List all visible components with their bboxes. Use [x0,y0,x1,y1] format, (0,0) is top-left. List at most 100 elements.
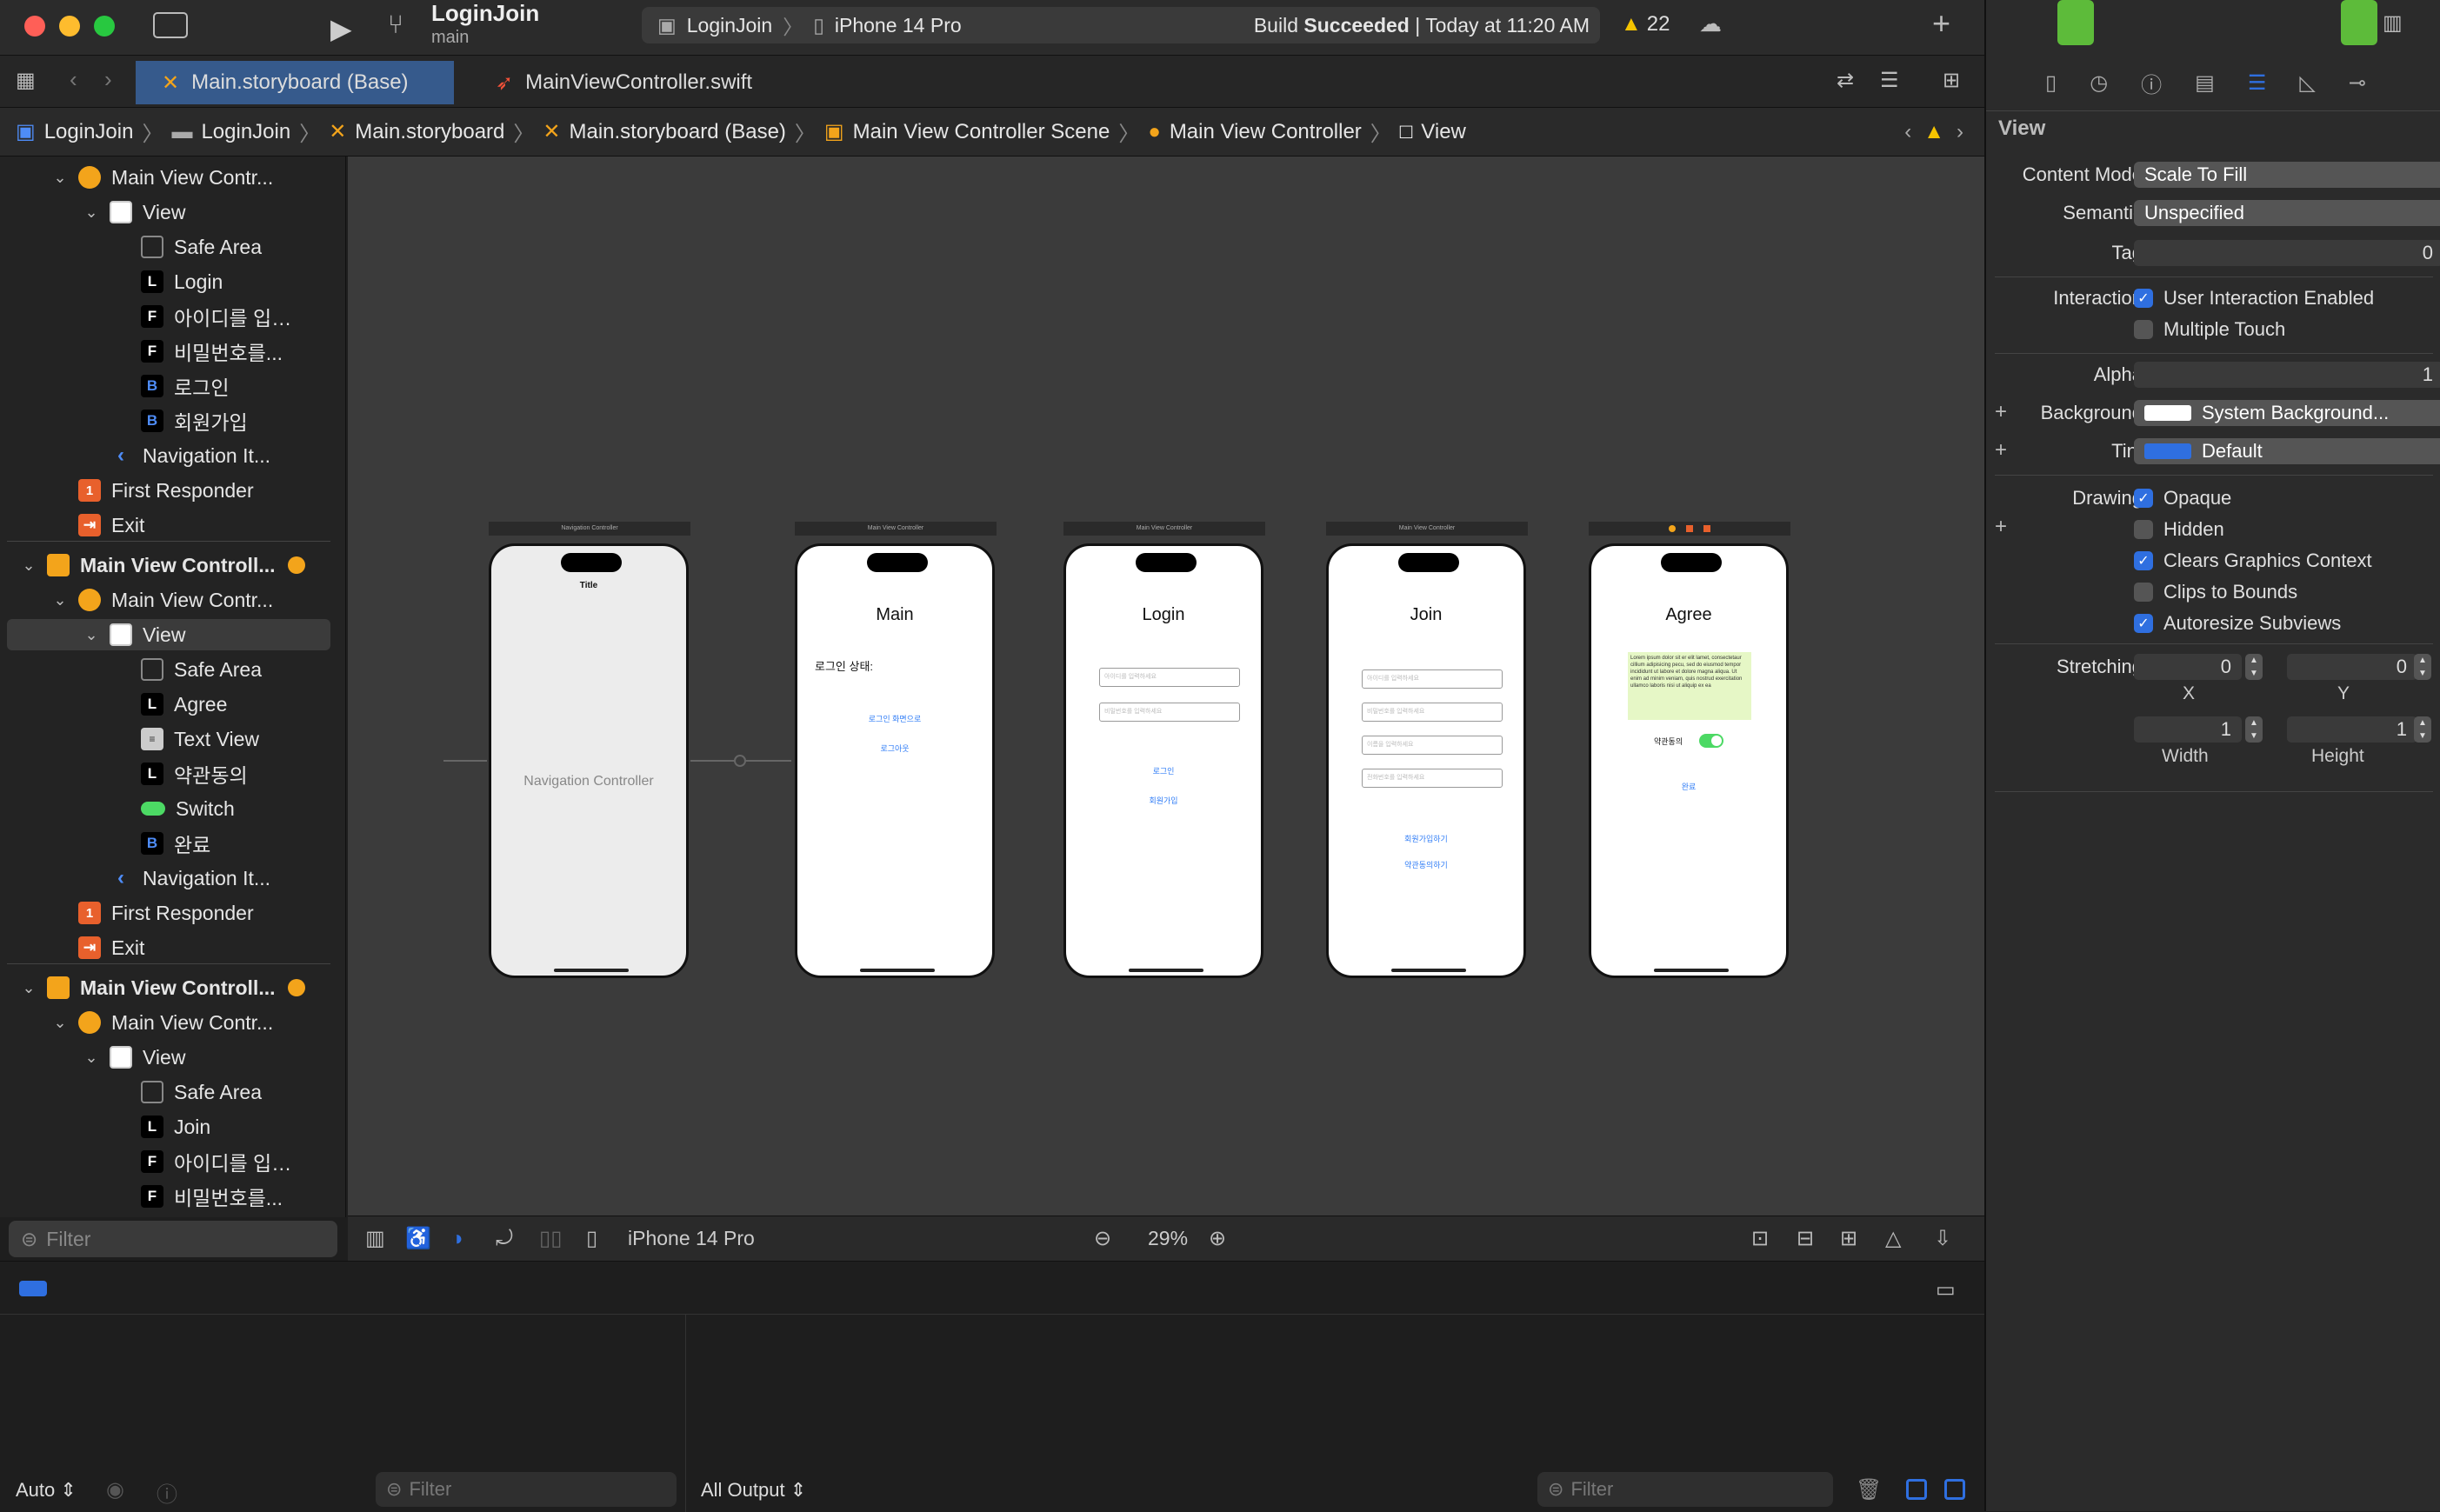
stretch-width-stepper[interactable]: ▲ ▼ [2245,716,2263,743]
breadcrumb-folder[interactable]: ▬ LoginJoin [171,120,290,144]
multiple-touch-checkbox[interactable]: Multiple Touch [2134,316,2285,343]
outline-filter-field[interactable]: ⊜ Filter [9,1221,337,1257]
scheme-name[interactable]: LoginJoin [687,14,772,37]
outline-row[interactable]: 1 First Responder [0,897,345,929]
run-button[interactable]: ▶ [330,12,352,45]
scene-dock-nav[interactable]: Navigation Controller [489,522,690,536]
outline-row[interactable]: ‹ Navigation It... [0,440,345,471]
scene-agree[interactable]: Agree Lorem ipsum dolor sit er elit lame… [1589,543,1789,978]
run-destination[interactable]: iPhone 14 Pro [835,14,962,37]
outline-row[interactable]: ⌄ View [7,619,330,650]
forward-arrow-icon[interactable]: › [104,66,112,93]
close-window-button[interactable] [24,16,45,37]
stretch-y-field[interactable]: 0 [2287,654,2417,680]
console-filter-field[interactable]: ⊜ Filter [1537,1472,1833,1507]
outline-row[interactable]: B 완료 [0,828,345,859]
variables-scope-popup[interactable]: Auto ⇕ [16,1479,77,1502]
activity-view[interactable]: ▣ LoginJoin 〉 ▯ iPhone 14 Pro Build Succ… [642,7,1600,43]
outline-toggle-icon[interactable]: ▥ [365,1226,385,1251]
stretch-x-stepper[interactable]: ▲ ▼ [2245,654,2263,680]
outline-row[interactable]: ⌄ Main View Contr... [0,1007,345,1038]
view-controller-icon[interactable] [1669,525,1676,532]
storyboard-canvas[interactable]: Navigation Controller Title Navigation C… [348,157,1984,1216]
variables-filter-field[interactable]: ⊜ Filter [376,1472,677,1507]
disclosure-chevron-icon[interactable]: ⌄ [50,591,70,609]
outline-row[interactable]: Switch [0,793,345,824]
outline-row[interactable]: ⇥ Exit [0,932,345,963]
login-password-field[interactable]: 비밀번호를 입력하세요 [1099,703,1240,722]
add-variation-icon[interactable]: + [1995,515,2007,539]
join-password-field[interactable]: 비밀번호를 입력하세요 [1362,703,1503,722]
autoresize-checkbox[interactable]: ✓ Autoresize Subviews [2134,610,2341,636]
outline-row[interactable]: ⌄ Main View Controll... [0,972,345,1003]
disclosure-chevron-icon[interactable]: ⌄ [19,556,38,575]
go-login-button[interactable]: 로그인 화면으로 [797,713,992,724]
outline-row[interactable]: L Join [0,1111,345,1142]
connections-inspector-icon[interactable]: ⊸ [2349,70,2366,96]
embed-in-icon[interactable]: ⇩ [1934,1226,1951,1251]
stretch-height-stepper[interactable]: ▲ ▼ [2414,716,2431,743]
outline-row[interactable]: F 아이디를 입… [0,301,345,332]
attributes-inspector-icon[interactable]: ☰ [2248,70,2267,96]
size-inspector-icon[interactable]: ◺ [2299,70,2315,96]
warning-icon[interactable]: ▲ [1923,120,1944,144]
login-id-field[interactable]: 아이디를 입력하세요 [1099,668,1240,687]
outline-row[interactable]: L Login [0,266,345,297]
zoom-in-icon[interactable]: ⊕ [1209,1226,1226,1251]
outline-row[interactable]: L 약관동의 [0,758,345,789]
scene-main[interactable]: Main 로그인 상태: 로그인 화면으로 로그아웃 [795,543,995,978]
stretch-width-field[interactable]: 1 [2134,716,2242,743]
console-view-toggle-icon[interactable] [1944,1479,1965,1500]
zoom-window-button[interactable] [94,16,115,37]
sidebar-toggle-icon[interactable] [153,12,188,38]
info-icon[interactable]: ⓘ [157,1477,177,1508]
resolve-issues-icon[interactable]: △ [1885,1226,1901,1251]
breadcrumb-storyboard-base[interactable]: ✕ Main.storyboard (Base) [543,119,786,144]
outline-row[interactable]: ‹ Navigation It... [0,863,345,894]
appearance-icon[interactable]: ◑ [450,1227,463,1251]
outline-row[interactable]: F 비밀번호를... [0,336,345,367]
next-issue-icon[interactable]: › [1957,120,1963,144]
file-inspector-icon[interactable]: ▯ [2045,70,2057,96]
scene-dock-main[interactable]: Main View Controller [795,522,997,536]
split-editor-icon[interactable]: ⊞ [1943,68,1960,93]
outline-row[interactable]: ≡ Text View [0,723,345,755]
outline-row[interactable]: F이름을 입력… [0,1216,345,1217]
outline-row[interactable]: Safe Area [0,654,345,685]
cloud-icon[interactable]: ☁ [1699,10,1722,37]
logout-button[interactable]: 로그아웃 [797,743,992,754]
outline-row[interactable]: F 아이디를 입… [0,1146,345,1177]
outline-row[interactable]: F 비밀번호를... [0,1181,345,1212]
layout-icon[interactable]: ▯▯ [539,1226,562,1251]
outline-row[interactable]: ⌄ Main View Controll... [0,550,345,581]
update-frames-icon[interactable]: ⊡ [1751,1226,1769,1251]
outline-row[interactable]: Safe Area [0,1076,345,1108]
history-inspector-icon[interactable]: ◷ [2090,70,2108,96]
disclosure-chevron-icon[interactable]: ⌄ [82,203,101,222]
clears-graphics-checkbox[interactable]: ✓ Clears Graphics Context [2134,548,2372,574]
join-phone-field[interactable]: 전화번호를 입력하세요 [1362,769,1503,788]
clips-to-bounds-checkbox[interactable]: Clips to Bounds [2134,579,2297,605]
inspector-toggle-icon[interactable]: ▥ [2383,10,2403,36]
content-mode-popup[interactable]: Scale To Fill⇕ [2134,162,2440,188]
breadcrumb-scene[interactable]: ▣ Main View Controller Scene [824,119,1110,144]
minimize-window-button[interactable] [59,16,80,37]
disclosure-chevron-icon[interactable]: ⌄ [50,1014,70,1032]
outline-row[interactable]: ⌄ View [0,1042,345,1073]
trash-icon[interactable]: 🗑 [1856,1477,1882,1502]
outline-row[interactable]: ⇥ Exit [0,510,345,541]
output-popup[interactable]: All Output ⇕ [701,1479,806,1502]
related-items-icon[interactable]: ⇄ [1837,68,1854,93]
join-button[interactable]: 회원가입 [1066,795,1261,806]
device-icon[interactable]: ▯ [586,1226,597,1251]
terms-text-view[interactable]: Lorem ipsum dolor sit er elit lamet, con… [1628,652,1751,720]
login-button[interactable]: 로그인 [1066,765,1261,776]
join-id-field[interactable]: 아이디를 입력하세요 [1362,669,1503,689]
zoom-out-icon[interactable]: ⊖ [1094,1226,1111,1251]
tint-popup[interactable]: Default⇕ [2134,438,2440,464]
background-popup[interactable]: System Background...⇕ [2134,400,2440,426]
user-interaction-checkbox[interactable]: ✓ User Interaction Enabled [2134,285,2374,311]
disclosure-chevron-icon[interactable]: ⌄ [19,979,38,997]
warnings-indicator[interactable]: ▲ 22 [1621,12,1670,37]
add-library-button[interactable]: + [1932,5,1950,42]
